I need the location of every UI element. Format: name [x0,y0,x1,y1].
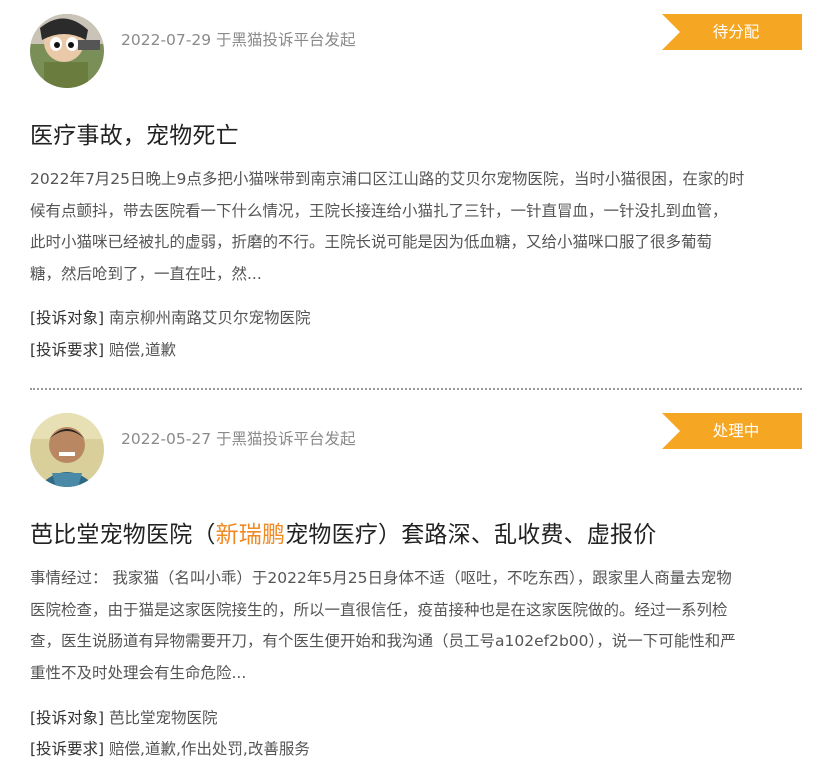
summary-line: 2022年7月25日晚上9点多把小猫咪带到南京浦口区江山路的艾贝尔宠物医院，当时… [30,170,745,188]
summary-line: 查，医生说肠道有异物需要开刀，有个医生便开始和我沟通（员工号a102ef2b00… [30,632,736,650]
complaint-title-link[interactable]: 医疗事故，宠物死亡 [30,116,239,150]
demand-value: 赔偿,道歉 [109,341,176,359]
user-avatar[interactable] [30,413,104,487]
status-label: 待分配 [712,23,760,41]
summary-line: 医院检查，由于猫是这家医院接生的，所以一直很信任，疫苗接种也是在这家医院做的。经… [30,600,728,619]
status-label: 处理中 [712,422,760,440]
badge-notch [662,14,680,50]
complaint-meta: 2022-07-29 于黑猫投诉平台发起 [121,31,356,49]
summary-line: 事情经过： 我家猫（名叫小乖）于2022年5月25日身体不适（呕吐，不吃东西），… [30,569,732,587]
target-label: [投诉对象] [30,709,105,727]
title-text: 宠物医疗）套路深、乱收费、虚报价 [285,522,657,548]
status-badge: 待分配 [662,14,802,50]
complaint-summary[interactable]: 事情经过： 我家猫（名叫小乖）于2022年5月25日身体不适（呕吐，不吃东西），… [30,563,802,689]
complaint-demand: [投诉要求] 赔偿,道歉,作出处罚,改善服务 [30,737,310,759]
title-highlight: 新瑞鹏 [215,522,286,548]
badge-notch [662,413,680,449]
complaint-title-link[interactable]: 芭比堂宠物医院（新瑞鹏宠物医疗）套路深、乱收费、虚报价 [30,515,656,549]
demand-label: [投诉要求] [30,341,105,359]
complaint-summary[interactable]: 2022年7月25日晚上9点多把小猫咪带到南京浦口区江山路的艾贝尔宠物医院，当时… [30,164,802,290]
status-badge: 处理中 [662,413,802,449]
summary-line: 重性不及时处理会有生命危险... [30,663,247,682]
target-value: 芭比堂宠物医院 [109,709,218,727]
target-label: [投诉对象] [30,309,105,327]
divider [30,388,802,390]
complaint-target: [投诉对象] 芭比堂宠物医院 [30,706,218,728]
complaint-target: [投诉对象] 南京柳州南路艾贝尔宠物医院 [30,306,311,328]
demand-value: 赔偿,道歉,作出处罚,改善服务 [109,740,310,758]
summary-line: 此时小猫咪已经被扎的虚弱，折磨的不行。王院长说可能是因为低血糖，又给小猫咪口服了… [30,233,713,251]
summary-line: 候有点颤抖，带去医院看一下什么情况，王院长接连给小猫扎了三针，一针直冒血，一针没… [30,201,728,220]
title-text: 芭比堂宠物医院（ [30,522,216,548]
demand-label: [投诉要求] [30,740,105,758]
user-avatar[interactable] [30,14,104,88]
summary-line: 糖，然后呛到了，一直在吐，然... [30,264,262,283]
complaint-demand: [投诉要求] 赔偿,道歉 [30,338,176,360]
avatar-image [30,14,104,88]
avatar-image [30,413,104,487]
target-value: 南京柳州南路艾贝尔宠物医院 [109,309,311,327]
complaint-meta: 2022-05-27 于黑猫投诉平台发起 [121,430,356,448]
